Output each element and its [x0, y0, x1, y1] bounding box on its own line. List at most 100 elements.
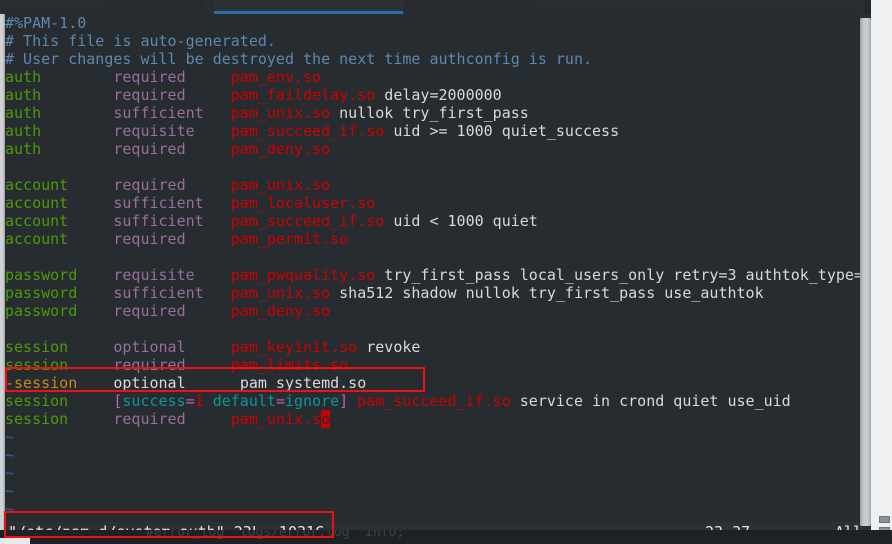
code-token: auth	[5, 104, 42, 122]
editor-line[interactable]: -session optional pam_systemd.so	[5, 374, 865, 392]
background-window-bleed: #error_log logs/error.log info;	[0, 530, 892, 544]
terminal-body: #%PAM-1.0 # This file is auto-generated. #…	[0, 14, 892, 544]
code-token: session	[5, 410, 69, 428]
editor-line[interactable]: account required pam_permit.so	[5, 230, 865, 248]
code-token: pam_deny.so	[230, 140, 331, 158]
code-token: session	[5, 392, 69, 410]
code-token: # This file is auto-generated.	[5, 32, 276, 50]
code-token: sufficient	[113, 284, 204, 302]
tab-strip	[0, 0, 892, 14]
editor-line[interactable]: auth required pam_faildelay.so delay=200…	[5, 86, 865, 104]
editor-line[interactable]	[5, 320, 865, 338]
code-token: password	[5, 284, 78, 302]
tab-0[interactable]	[110, 0, 205, 14]
editor-line[interactable]: account sufficient pam_localuser.so	[5, 194, 865, 212]
gutter-marker-upper	[879, 516, 890, 523]
code-token: pam_succeed_if.so	[230, 212, 385, 230]
editor-line[interactable]: ~	[5, 446, 865, 464]
editor-line[interactable]: auth required pam_env.so	[5, 68, 865, 86]
code-token: ~	[5, 446, 15, 464]
code-token: ignore	[284, 392, 340, 410]
editor-line[interactable]: ~	[5, 428, 865, 446]
editor-line[interactable]: auth required pam_deny.so	[5, 140, 865, 158]
code-token: uid < 1000 quiet	[384, 212, 538, 230]
editor-line[interactable]	[5, 248, 865, 266]
code-token: required	[113, 140, 186, 158]
code-token: pam_pwquality.so	[230, 266, 376, 284]
editor-line[interactable]: #%PAM-1.0	[5, 14, 865, 32]
editor-line[interactable]: password requisite pam_pwquality.so try_…	[5, 266, 865, 284]
bleed-white-corner	[0, 538, 30, 544]
editor-line[interactable]: account sufficient pam_succeed_if.so uid…	[5, 212, 865, 230]
terminal-window: #%PAM-1.0 # This file is auto-generated. #…	[0, 0, 892, 544]
code-token: required	[113, 410, 186, 428]
code-token: requisite	[113, 122, 195, 140]
code-token: =	[275, 392, 285, 410]
scrollbar-thumb[interactable]	[860, 18, 871, 526]
code-token: 1	[194, 392, 204, 410]
code-token: try_first_pass local_users_only retry=3 …	[375, 266, 863, 284]
code-token: optional	[113, 374, 186, 392]
editor-line[interactable]	[5, 158, 865, 176]
editor-line[interactable]: account required pam_unix.so	[5, 176, 865, 194]
editor-line[interactable]: # User changes will be destroyed the nex…	[5, 50, 865, 68]
code-token: auth	[5, 122, 42, 140]
code-token: pam_keyinit.so	[230, 338, 358, 356]
code-token: required	[113, 302, 186, 320]
editor-line[interactable]: session required pam_limits.so	[5, 356, 865, 374]
vim-text-buffer[interactable]: #%PAM-1.0 # This file is auto-generated. #…	[5, 14, 865, 518]
outer-right-panel	[871, 0, 892, 544]
editor-line[interactable]: auth requisite pam_succeed_if.so uid >= …	[5, 122, 865, 140]
code-token: pam_unix.s	[230, 410, 322, 428]
code-token: sufficient	[113, 212, 204, 230]
code-token: revoke	[357, 338, 421, 356]
editor-line[interactable]: session optional pam_keyinit.so revoke	[5, 338, 865, 356]
editor-line[interactable]: auth sufficient pam_unix.so nullok try_f…	[5, 104, 865, 122]
editor-line[interactable]: # This file is auto-generated.	[5, 32, 865, 50]
editor-line[interactable]: password required pam_deny.so	[5, 302, 865, 320]
code-token: account	[5, 212, 69, 230]
code-token: sufficient	[113, 104, 204, 122]
bleed-text: #error_log logs/error.log info;	[146, 530, 405, 540]
code-token: requisite	[113, 266, 195, 284]
code-token: ~	[5, 464, 15, 482]
tab-1-active[interactable]	[214, 0, 403, 14]
code-token: pam_succeed_if.so	[357, 392, 511, 410]
editor-line[interactable]: ~	[5, 482, 865, 500]
editor-line[interactable]: session required pam_unix.so	[5, 410, 865, 428]
code-token: pam_succeed_if.so	[230, 122, 385, 140]
editor-line[interactable]: ~	[5, 500, 865, 518]
code-token: default	[212, 392, 276, 410]
code-token: sha512 shadow nullok try_first_pass use_…	[330, 284, 764, 302]
code-token: optional	[113, 338, 186, 356]
code-token: # User changes will be destroyed the nex…	[5, 50, 592, 68]
editor-line[interactable]: ~	[5, 464, 865, 482]
code-token: auth	[5, 140, 42, 158]
vim-editor[interactable]: #%PAM-1.0 # This file is auto-generated. #…	[5, 14, 865, 544]
editor-line[interactable]: password sufficient pam_unix.so sha512 s…	[5, 284, 865, 302]
code-token: pam_unix.so	[230, 176, 331, 194]
code-token: ~	[5, 500, 15, 518]
editor-line[interactable]: session [success=1 default=ignore] pam_s…	[5, 392, 865, 410]
code-token: account	[5, 176, 69, 194]
code-token: pam_faildelay.so	[230, 86, 376, 104]
tab-2[interactable]	[404, 0, 534, 14]
